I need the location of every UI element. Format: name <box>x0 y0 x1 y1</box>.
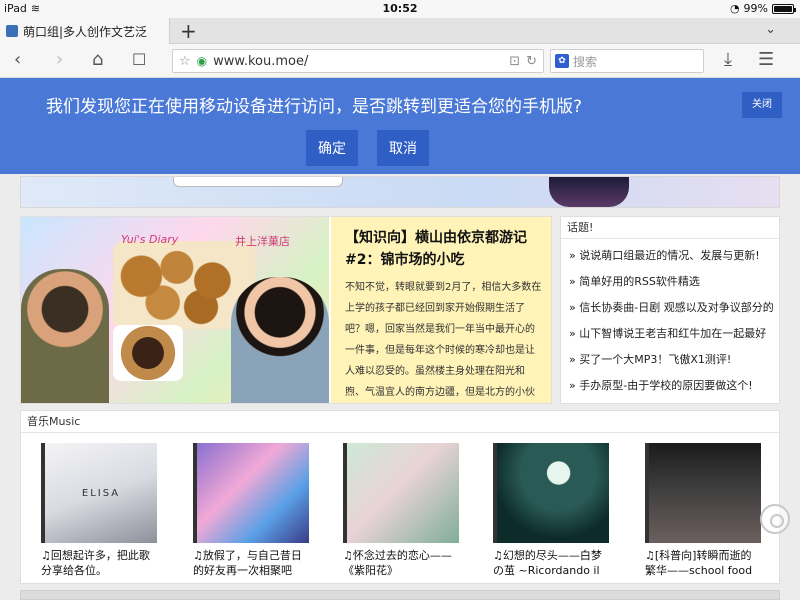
search-box[interactable]: ✿ 搜索 <box>550 49 704 73</box>
battery-icon <box>772 3 796 14</box>
banner-figure <box>549 177 629 207</box>
battery-percent: 99% <box>743 2 768 15</box>
music-heading: 音乐Music <box>21 411 779 433</box>
browser-tab[interactable]: 萌口组|多人创作文艺泛 <box>0 18 170 44</box>
home-icon[interactable]: ⌂ <box>92 50 103 70</box>
music-caption[interactable]: ♫怀念过去的恋心——《紫阳花》 <box>343 548 459 578</box>
back-button-icon[interactable]: ‹ <box>14 50 21 70</box>
redirect-message: 我们发现您正在使用移动设备进行访问，是否跳转到更适合您的手机版? <box>46 97 583 117</box>
music-caption[interactable]: ♫[科普向]转瞬而逝的繁华——school food <box>645 548 761 578</box>
tab-title: 萌口组|多人创作文艺泛 <box>23 24 148 39</box>
topic-link[interactable]: » 说说萌口组最近的情况、发展与更新! <box>569 243 779 269</box>
header-banner-image <box>20 176 780 208</box>
image-caption-shop: 井上洋菓店 <box>235 235 290 248</box>
album-cover[interactable] <box>193 443 309 543</box>
album-cover[interactable]: ELISA <box>41 443 157 543</box>
topics-list: » 说说萌口组最近的情况、发展与更新! » 简单好用的RSS软件精选 » 信长协… <box>561 239 779 399</box>
star-bookmark-icon[interactable]: ☆ <box>179 54 191 69</box>
search-engine-icon[interactable]: ✿ <box>555 54 569 68</box>
address-bar[interactable]: ☆ ◉ www.kou.moe/ ⊡ ↻ <box>172 49 544 73</box>
topic-link[interactable]: » 信长协奏曲-日剧 观感以及对争议部分的 <box>569 295 779 321</box>
featured-article-text: 【知识向】横山由依京都游记#2：锦市场的小吃 不知不觉，转眼就要到2月了，相信大… <box>331 217 551 403</box>
album-cover[interactable] <box>645 443 761 543</box>
topic-link[interactable]: » 手办原型-由于学校的原因要做这个! <box>569 373 779 399</box>
reload-icon[interactable]: ↻ <box>526 54 537 69</box>
browser-toolbar: ‹ › ⌂ ☐ ☆ ◉ www.kou.moe/ ⊡ ↻ ✿ 搜索 ⤓ ☰ <box>0 44 800 78</box>
image-caption: Yui's Diary <box>121 233 179 246</box>
topics-heading: 话题! <box>561 217 779 239</box>
download-icon[interactable]: ⤓ <box>724 50 732 70</box>
battery-fill <box>774 5 792 12</box>
qr-scan-icon[interactable]: ⊡ <box>509 54 520 69</box>
menu-icon[interactable]: ☰ <box>758 50 774 70</box>
site-favicon-icon <box>6 25 18 37</box>
photo-person-right <box>231 277 329 403</box>
music-card[interactable]: ♫[科普向]转瞬而逝的繁华——school food <box>645 443 761 578</box>
cancel-button[interactable]: 取消 <box>377 130 429 166</box>
tab-bar: 萌口组|多人创作文艺泛 + ⌄ <box>0 18 800 44</box>
close-button[interactable]: 关闭 <box>742 92 782 118</box>
status-right: ◔ 99% <box>729 2 796 15</box>
forward-button-icon[interactable]: › <box>56 50 63 70</box>
banner-bubble <box>173 177 343 187</box>
bookmarks-book-icon[interactable]: ☐ <box>132 50 146 70</box>
featured-article-excerpt: 不知不觉，转眼就要到2月了，相信大多数在上学的孩子都已经回到家开始假期生活了吧？… <box>345 282 542 398</box>
url-text[interactable]: www.kou.moe/ <box>213 54 503 69</box>
next-section-edge <box>20 590 780 600</box>
music-caption[interactable]: ♫回想起许多，把此歌分享给各位。 <box>41 548 157 578</box>
featured-article-image[interactable]: Yui's Diary 井上洋菓店 <box>21 217 329 403</box>
topic-link[interactable]: » 山下智博说王老吉和红牛加在一起最好 <box>569 321 779 347</box>
music-caption[interactable]: ♫放假了，与自己昔日的好友再一次相聚吧 <box>193 548 309 578</box>
topic-link[interactable]: » 简单好用的RSS软件精选 <box>569 269 779 295</box>
photo-food-closeup <box>113 325 183 381</box>
new-tab-button[interactable]: + <box>180 19 197 43</box>
music-section: 音乐Music ELISA ♫回想起许多，把此歌分享给各位。 ♫放假了，与自己昔… <box>20 410 780 584</box>
music-card[interactable]: ♫放假了，与自己昔日的好友再一次相聚吧 <box>193 443 309 578</box>
floating-assistive-button[interactable] <box>760 504 790 534</box>
status-time: 10:52 <box>382 2 418 15</box>
topics-panel: 话题! » 说说萌口组最近的情况、发展与更新! » 简单好用的RSS软件精选 »… <box>560 216 780 404</box>
rotation-lock-icon: ◔ <box>729 2 740 15</box>
music-caption[interactable]: ♫幻想的尽头——白梦の茧 ~Ricordando il <box>493 548 609 578</box>
secure-shield-icon: ◉ <box>196 54 208 68</box>
music-card[interactable]: ♫幻想的尽头——白梦の茧 ~Ricordando il <box>493 443 609 578</box>
tab-list-chevron-icon[interactable]: ⌄ <box>765 22 776 37</box>
mobile-redirect-banner: 我们发现您正在使用移动设备进行访问，是否跳转到更适合您的手机版? 关闭 确定 取… <box>0 78 800 174</box>
photo-person-left <box>21 269 109 403</box>
confirm-button[interactable]: 确定 <box>306 130 358 166</box>
featured-article-title[interactable]: 【知识向】横山由依京都游记#2：锦市场的小吃 <box>345 227 543 271</box>
music-card[interactable]: ELISA ♫回想起许多，把此歌分享给各位。 <box>41 443 157 578</box>
featured-article[interactable]: Yui's Diary 井上洋菓店 【知识向】横山由依京都游记#2：锦市场的小吃… <box>20 216 552 404</box>
status-bar: iPad ≋ 10:52 ◔ 99% <box>0 0 800 18</box>
topic-link[interactable]: » 买了一个大MP3！飞傲X1测评! <box>569 347 779 373</box>
album-cover[interactable] <box>343 443 459 543</box>
album-cover[interactable] <box>493 443 609 543</box>
album-cover-title: ELISA <box>81 487 121 499</box>
music-card[interactable]: ♫怀念过去的恋心——《紫阳花》 <box>343 443 459 578</box>
search-input[interactable]: 搜索 <box>573 53 597 70</box>
